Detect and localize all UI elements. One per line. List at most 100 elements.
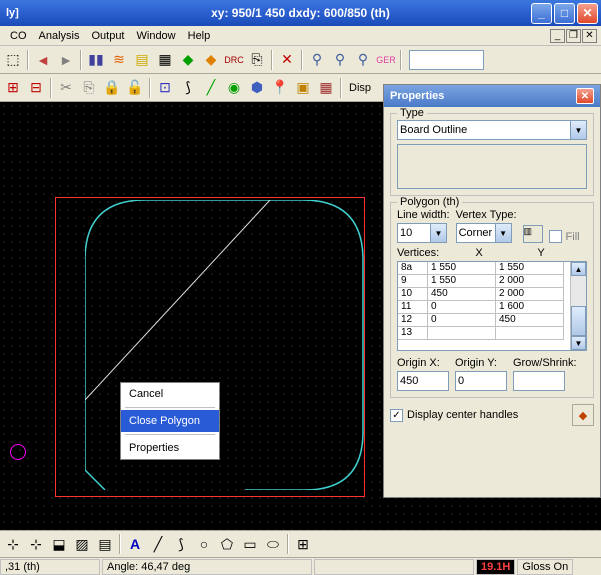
- find2-icon[interactable]: ⚲: [329, 49, 351, 71]
- find3-icon[interactable]: ⚲: [352, 49, 374, 71]
- mdi-close-button[interactable]: ✕: [582, 29, 597, 43]
- type-label: Type: [397, 107, 427, 119]
- context-menu: Cancel Close Polygon Properties: [120, 382, 220, 460]
- origin-x-input[interactable]: [397, 371, 449, 391]
- fill-icon[interactable]: ▨: [71, 533, 93, 555]
- type-value: Board Outline: [400, 124, 467, 136]
- poly-draw-icon[interactable]: ⬠: [216, 533, 238, 555]
- rect-draw-icon[interactable]: ▭: [239, 533, 261, 555]
- pin-icon[interactable]: 📍: [269, 77, 291, 99]
- origin-y-label: Origin Y:: [455, 357, 507, 369]
- polygon-fieldset: Polygon (th) Line width: 10 ▼ Vertex Typ…: [390, 202, 594, 398]
- window-titlebar: ly] xy: 950/1 450 dxdy: 600/850 (th) _ □…: [0, 0, 601, 26]
- net-icon[interactable]: ⊡: [154, 77, 176, 99]
- hatch-button[interactable]: ▥: [523, 225, 543, 243]
- scroll-thumb[interactable]: [571, 306, 586, 336]
- poly-icon[interactable]: ⬢: [246, 77, 268, 99]
- scroll-up-icon[interactable]: ▲: [571, 262, 586, 276]
- properties-close-button[interactable]: ✕: [576, 88, 594, 104]
- prev-icon[interactable]: ◄: [32, 49, 54, 71]
- line-width-value: 10: [400, 227, 412, 239]
- line-draw-icon[interactable]: ╱: [147, 533, 169, 555]
- arc-icon[interactable]: ⟆: [177, 77, 199, 99]
- vertex-type-value: Corner: [459, 227, 493, 239]
- text-icon[interactable]: A: [124, 533, 146, 555]
- status-gloss: Gloss On: [517, 559, 573, 575]
- unlock-icon[interactable]: 🔓: [124, 77, 146, 99]
- maximize-button[interactable]: □: [554, 3, 575, 24]
- extra-icon[interactable]: ⊞: [292, 533, 314, 555]
- properties-title: Properties: [390, 90, 576, 102]
- vertices-label: Vertices:: [397, 247, 447, 259]
- display-handles-checkbox[interactable]: ✓: [390, 409, 403, 422]
- bars-icon[interactable]: ▮▮: [85, 49, 107, 71]
- menu-help[interactable]: Help: [182, 28, 217, 44]
- tool-icon[interactable]: ⬚: [2, 49, 24, 71]
- vertices-table[interactable]: 8a1 5501 550 91 5502 000 104502 000 1101…: [397, 261, 587, 351]
- fill-checkbox: [549, 230, 562, 243]
- line-icon[interactable]: ╱: [200, 77, 222, 99]
- copy2-icon[interactable]: ⎘: [78, 77, 100, 99]
- board-icon[interactable]: ▦: [154, 49, 176, 71]
- vertex-type-label: Vertex Type:: [456, 209, 517, 221]
- diamond-orange-icon[interactable]: ◆: [200, 49, 222, 71]
- lines-icon[interactable]: ≋: [108, 49, 130, 71]
- type-combo[interactable]: Board Outline ▼: [397, 120, 587, 140]
- mdi-restore-button[interactable]: ❐: [566, 29, 581, 43]
- diamond-green-icon[interactable]: ◆: [177, 49, 199, 71]
- status-angle: Angle: 46,47 deg: [102, 559, 312, 575]
- menu-analysis[interactable]: Analysis: [33, 28, 86, 44]
- close-button[interactable]: ✕: [577, 3, 598, 24]
- search-input[interactable]: [409, 50, 484, 70]
- snap3-icon[interactable]: ⬓: [48, 533, 70, 555]
- table-row: 120450: [398, 314, 570, 327]
- mdi-minimize-button[interactable]: _: [550, 29, 565, 43]
- status-blank: [314, 559, 474, 575]
- grid1-icon[interactable]: ⊞: [2, 77, 24, 99]
- pad-icon[interactable]: ▣: [292, 77, 314, 99]
- circle-draw-icon[interactable]: ○: [193, 533, 215, 555]
- next-icon[interactable]: ►: [55, 49, 77, 71]
- ctx-cancel[interactable]: Cancel: [121, 383, 219, 405]
- menu-output[interactable]: Output: [85, 28, 130, 44]
- title-coords: xy: 950/1 450 dxdy: 600/850 (th): [4, 6, 597, 20]
- cut-icon[interactable]: ✂: [55, 77, 77, 99]
- status-coord: ,31 (th): [0, 559, 100, 575]
- find1-icon[interactable]: ⚲: [306, 49, 328, 71]
- snap1-icon[interactable]: ⊹: [2, 533, 24, 555]
- drc-icon[interactable]: DRC: [223, 49, 245, 71]
- gerber-icon[interactable]: GER: [375, 49, 397, 71]
- grow-shrink-input[interactable]: [513, 371, 565, 391]
- minimize-button[interactable]: _: [531, 3, 552, 24]
- snap2-icon[interactable]: ⊹: [25, 533, 47, 555]
- layers-icon[interactable]: ▤: [94, 533, 116, 555]
- origin-y-input[interactable]: [455, 371, 507, 391]
- lock-icon[interactable]: 🔒: [101, 77, 123, 99]
- ctx-close-polygon[interactable]: Close Polygon: [121, 410, 219, 432]
- line-width-label: Line width:: [397, 209, 450, 221]
- properties-panel: Properties ✕ Type Board Outline ▼ Polygo…: [383, 84, 601, 498]
- y-header: Y: [511, 247, 571, 259]
- title-left: ly]: [6, 7, 19, 19]
- vertices-scrollbar[interactable]: ▲ ▼: [570, 262, 586, 350]
- grid2-icon[interactable]: ⊟: [25, 77, 47, 99]
- sheet-icon[interactable]: ▤: [131, 49, 153, 71]
- ctx-properties[interactable]: Properties: [121, 437, 219, 459]
- via-icon[interactable]: ◉: [223, 77, 245, 99]
- line-width-combo[interactable]: 10 ▼: [397, 223, 447, 243]
- oval-draw-icon[interactable]: ⬭: [262, 533, 284, 555]
- layer-icon[interactable]: ▦: [315, 77, 337, 99]
- help-button[interactable]: ◆: [572, 404, 594, 426]
- menu-window[interactable]: Window: [131, 28, 182, 44]
- vertex-type-combo[interactable]: Corner ▼: [456, 223, 512, 243]
- scroll-down-icon[interactable]: ▼: [571, 336, 586, 350]
- menubar: CO Analysis Output Window Help _ ❐ ✕: [0, 26, 601, 46]
- delete-icon[interactable]: ✕: [276, 49, 298, 71]
- arc-draw-icon[interactable]: ⟆: [170, 533, 192, 555]
- origin-marker: [10, 444, 26, 460]
- table-row: 13: [398, 327, 570, 340]
- statusbar: ,31 (th) Angle: 46,47 deg 19.1H Gloss On: [0, 557, 601, 575]
- chevron-down-icon: ▼: [570, 121, 586, 139]
- copy-icon[interactable]: ⎘: [246, 49, 268, 71]
- menu-co[interactable]: CO: [4, 28, 33, 44]
